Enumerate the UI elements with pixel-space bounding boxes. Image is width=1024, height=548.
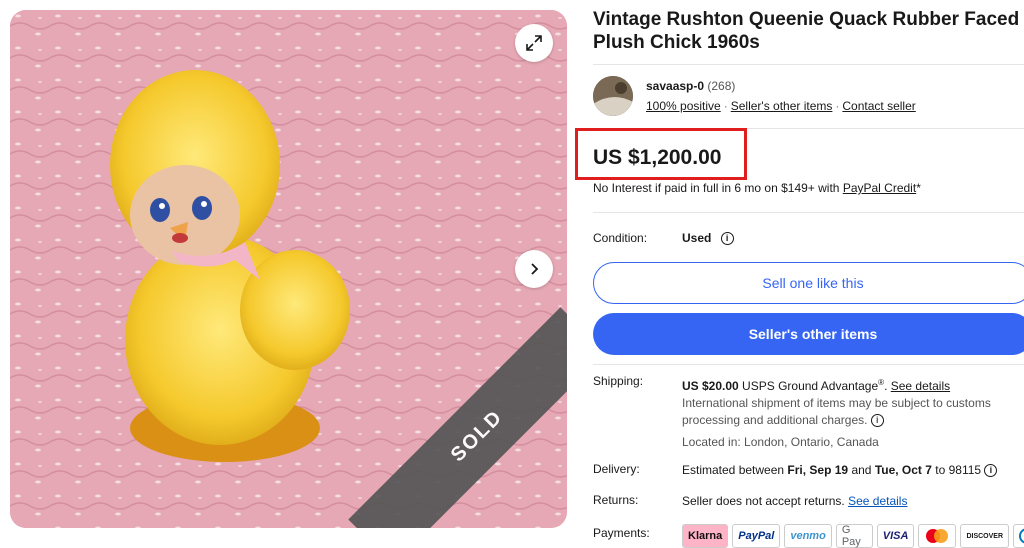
delivery-estimate: Estimated between Fri, Sep 19 and Tue, O… (682, 462, 1022, 479)
seller-links: 100% positive · Seller's other items · Conta… (646, 99, 916, 113)
divider (593, 212, 1024, 213)
expand-image-button[interactable] (515, 24, 553, 62)
divider (593, 64, 1024, 65)
info-icon[interactable]: i (720, 232, 734, 246)
paypal-credit-note: No Interest if paid in full in 6 mo on $… (593, 181, 921, 195)
seller-name[interactable]: savaasp-0 (268) (646, 79, 735, 93)
info-icon[interactable]: i (870, 414, 884, 428)
condition-value: Used i (682, 231, 734, 246)
item-price: US $1,200.00 (593, 146, 722, 169)
item-title: Vintage Rushton Queenie Quack Rubber Fac… (593, 9, 1020, 53)
payments-label: Payments: (593, 526, 650, 540)
paypal-icon: PayPal (732, 524, 781, 548)
seller-avatar[interactable] (593, 76, 633, 116)
intl-shipping-note: International shipment of items may be s… (682, 396, 991, 427)
shipping-label: Shipping: (593, 374, 644, 388)
next-image-button[interactable] (515, 250, 553, 288)
seller-other-items-link[interactable]: Seller's other items (731, 99, 833, 113)
expand-icon (526, 35, 542, 51)
returns-label: Returns: (593, 493, 639, 507)
item-location: Located in: London, Ontario, Canada (682, 435, 879, 449)
payment-methods: Klarna PayPal venmo G Pay VISA DISCOVER (682, 524, 1024, 548)
info-icon[interactable]: i (984, 464, 998, 478)
item-image-gallery[interactable]: SOLD (10, 10, 567, 528)
sellers-other-items-button[interactable]: Seller's other items (593, 313, 1024, 355)
google-pay-icon: G Pay (835, 524, 873, 548)
visa-icon: VISA (876, 524, 915, 548)
mastercard-icon (918, 524, 957, 548)
divider (593, 364, 1024, 365)
seller-feedback-count: (268) (707, 79, 736, 93)
venmo-icon: venmo (784, 524, 832, 548)
sell-one-like-this-button[interactable]: Sell one like this (593, 262, 1024, 304)
klarna-icon: Klarna (682, 524, 729, 548)
seller-card: savaasp-0 (268) 100% positive · Seller's o… (593, 76, 1024, 116)
returns-policy: Seller does not accept returns. See deta… (682, 494, 908, 508)
chevron-right-icon (531, 263, 539, 275)
sold-label: SOLD (446, 405, 507, 466)
diners-club-icon (1013, 524, 1024, 548)
discover-icon: DISCOVER (960, 524, 1010, 548)
condition-label: Condition: (593, 231, 648, 245)
shipping-see-details-link[interactable]: See details (891, 379, 950, 393)
shipping-details: US $20.00 USPS Ground Advantage®. See de… (682, 374, 1022, 451)
shipping-cost: US $20.00 (682, 379, 739, 393)
contact-seller-link[interactable]: Contact seller (842, 99, 915, 113)
seller-positive-link[interactable]: 100% positive (646, 99, 721, 113)
delivery-label: Delivery: (593, 462, 640, 476)
returns-see-details-link[interactable]: See details (848, 494, 907, 508)
paypal-credit-link[interactable]: PayPal Credit (843, 181, 916, 195)
